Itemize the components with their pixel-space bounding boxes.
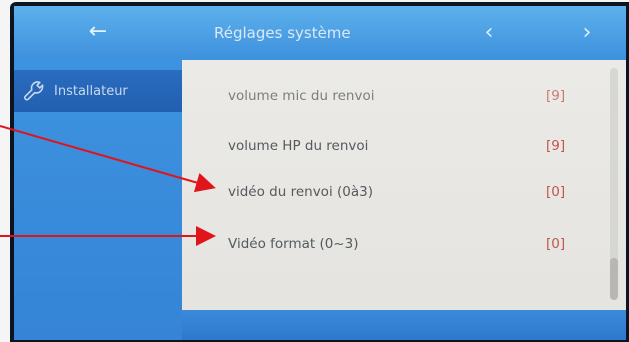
scrollbar[interactable]: [610, 68, 618, 300]
setting-value[interactable]: [9]: [546, 88, 565, 104]
sidebar-item-label: Installateur: [54, 83, 128, 99]
setting-label: vidéo du renvoi (0à3): [228, 184, 373, 200]
title-bar: ← Réglages système ‹ ›: [14, 6, 626, 60]
setting-row-speaker-volume[interactable]: volume HP du renvoi [9]: [182, 132, 602, 168]
page-title: Réglages système: [214, 24, 351, 42]
next-page-button[interactable]: ›: [572, 18, 602, 48]
back-button[interactable]: ←: [80, 18, 116, 46]
setting-row-video-forward[interactable]: vidéo du renvoi (0à3) [0]: [182, 178, 602, 214]
sidebar-item-installateur[interactable]: Installateur: [14, 70, 182, 112]
previous-page-button[interactable]: ‹: [474, 18, 504, 48]
chevron-right-icon: ›: [582, 20, 592, 45]
setting-label: Vidéo format (0~3): [228, 236, 359, 252]
setting-value[interactable]: [9]: [546, 138, 565, 154]
settings-list: volume mic du renvoi [9] volume HP du re…: [182, 60, 626, 340]
panel-footer: [182, 310, 626, 340]
setting-value[interactable]: [0]: [546, 184, 565, 200]
arrow-left-icon: ←: [88, 19, 108, 44]
setting-label: volume HP du renvoi: [228, 138, 369, 154]
sidebar: Installateur: [14, 60, 182, 340]
chevron-left-icon: ‹: [484, 20, 494, 45]
setting-value[interactable]: [0]: [546, 236, 565, 252]
wrench-icon: [24, 81, 44, 101]
device-screen: ← Réglages système ‹ › Installateur volu…: [14, 6, 626, 340]
setting-row-video-format[interactable]: Vidéo format (0~3) [0]: [182, 230, 602, 266]
scroll-thumb[interactable]: [610, 258, 618, 300]
setting-row-mic-volume[interactable]: volume mic du renvoi [9]: [182, 82, 602, 118]
setting-label: volume mic du renvoi: [228, 88, 375, 104]
